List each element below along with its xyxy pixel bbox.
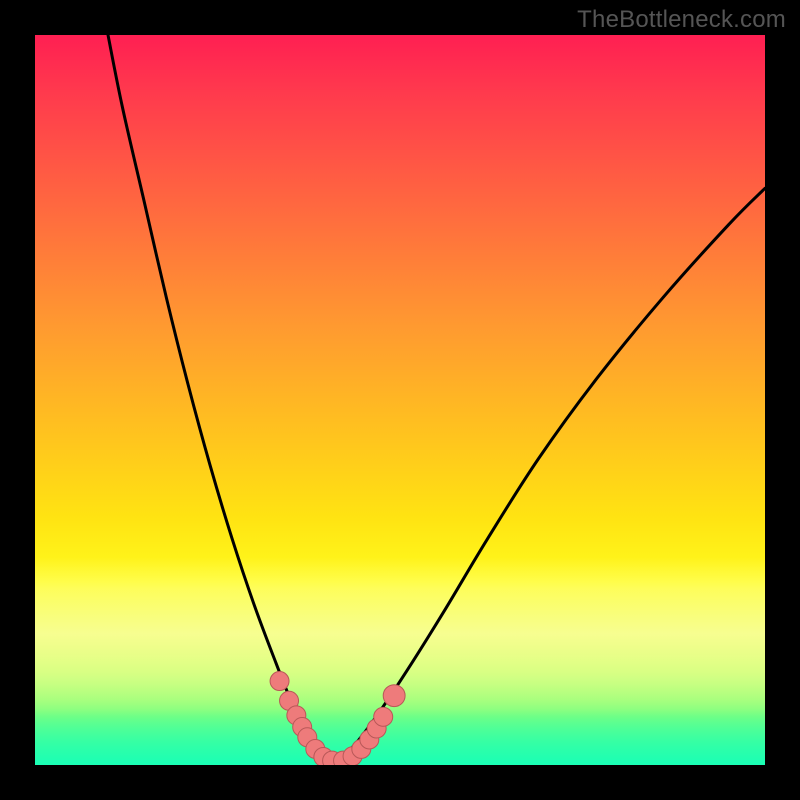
left-branch-curve <box>108 35 331 765</box>
data-marker-0 <box>270 672 289 691</box>
marker-group <box>270 672 405 765</box>
data-marker-14 <box>383 685 405 707</box>
curve-layer <box>35 35 765 765</box>
data-marker-13 <box>374 707 393 726</box>
chart-frame: TheBottleneck.com <box>0 0 800 800</box>
watermark-text: TheBottleneck.com <box>577 6 786 34</box>
right-branch-curve <box>331 188 765 765</box>
plot-area <box>35 35 765 765</box>
